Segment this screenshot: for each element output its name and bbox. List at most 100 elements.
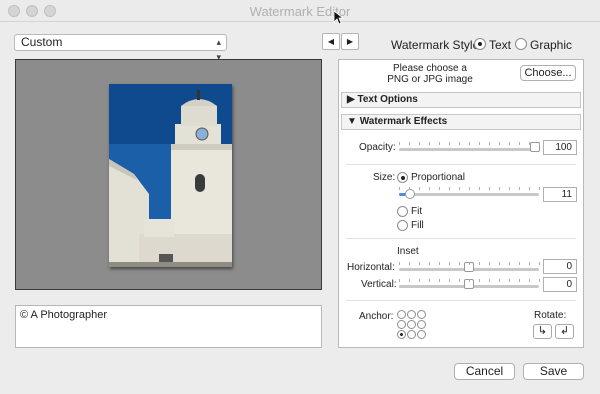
anchor-top-left[interactable] — [397, 310, 406, 319]
slider-tick — [439, 142, 440, 145]
preview-photo — [109, 84, 232, 267]
size-fit-radio[interactable] — [397, 206, 408, 217]
style-graphic-radio[interactable] — [515, 38, 527, 50]
slider-tick — [499, 279, 500, 282]
left-arrow-icon: ◀ — [327, 37, 335, 46]
size-label: Size: — [373, 172, 396, 183]
slider-tick — [419, 262, 420, 265]
slider-tick — [459, 279, 460, 282]
choose-image-button[interactable]: Choose... — [520, 65, 576, 81]
opacity-label: Opacity: — [359, 142, 396, 153]
inset-label: Inset — [397, 246, 419, 257]
slider-tick — [489, 279, 490, 282]
slider-tick — [409, 262, 410, 265]
slider-tick — [449, 262, 450, 265]
slider-tick — [519, 262, 520, 265]
rotate-counterclockwise-icon: ↲ — [559, 325, 570, 337]
anchor-top-center[interactable] — [407, 310, 416, 319]
image-prompt-line2: PNG or JPG image — [387, 74, 473, 85]
anchor-bottom-center[interactable] — [407, 330, 416, 339]
slider-tick — [419, 187, 420, 190]
text-options-header[interactable]: ▶ Text Options — [341, 92, 581, 108]
rotate-clockwise-button[interactable]: ↳ — [533, 324, 552, 339]
slider-tick — [429, 187, 430, 190]
watermark-effects-header[interactable]: ▼ Watermark Effects — [341, 114, 581, 130]
slider-tick — [489, 187, 490, 190]
slider-tick — [499, 262, 500, 265]
save-button[interactable]: Save — [523, 363, 584, 380]
title-bar: Watermark Editor — [0, 0, 600, 22]
slider-tick — [539, 187, 540, 190]
slider-tick — [459, 187, 460, 190]
slider-tick — [409, 279, 410, 282]
slider-tick — [399, 262, 400, 265]
divider — [346, 238, 576, 239]
slider-tick — [429, 262, 430, 265]
cancel-button[interactable]: Cancel — [454, 363, 515, 380]
disclosure-down-icon: ▼ — [347, 116, 360, 127]
slider-tick — [439, 187, 440, 190]
size-fit-label: Fit — [411, 206, 423, 217]
slider-tick — [489, 142, 490, 145]
style-text-label: Text — [489, 38, 512, 52]
anchor-center[interactable] — [407, 320, 416, 329]
slider-tick — [439, 279, 440, 282]
slider-tick — [479, 187, 480, 190]
slider-tick — [419, 142, 420, 145]
size-fill-radio[interactable] — [397, 220, 408, 231]
slider-tick — [399, 279, 400, 282]
slider-tick — [429, 279, 430, 282]
previous-image-button[interactable]: ◀ — [322, 33, 340, 50]
vertical-field[interactable]: 0 — [543, 277, 577, 292]
size-track — [399, 193, 539, 196]
size-field[interactable]: 11 — [543, 187, 577, 202]
slider-tick — [509, 187, 510, 190]
settings-panel: Please choose a PNG or JPG image Choose.… — [338, 59, 584, 348]
size-proportional-radio[interactable] — [397, 172, 408, 183]
right-arrow-icon: ▶ — [346, 37, 354, 46]
divider — [346, 164, 576, 165]
vertical-label: Vertical: — [361, 279, 397, 290]
image-prompt: Please choose a PNG or JPG image — [385, 63, 475, 85]
preview-area — [15, 59, 322, 290]
slider-tick — [419, 279, 420, 282]
slider-tick — [499, 187, 500, 190]
slider-tick — [529, 279, 530, 282]
slider-tick — [449, 279, 450, 282]
slider-tick — [529, 142, 530, 145]
anchor-bottom-right[interactable] — [417, 330, 426, 339]
anchor-bottom-left[interactable] — [397, 330, 406, 339]
watermark-effects-label: Watermark Effects — [359, 116, 448, 127]
size-proportional-label: Proportional — [411, 172, 465, 183]
slider-tick — [479, 279, 480, 282]
slider-tick — [469, 279, 470, 282]
next-image-button[interactable]: ▶ — [341, 33, 359, 50]
rotate-clockwise-icon: ↳ — [537, 325, 548, 337]
preset-popup[interactable]: Custom ▴ ▾ — [14, 34, 227, 62]
slider-tick — [409, 187, 410, 190]
image-prompt-line1: Please choose a — [393, 63, 467, 74]
size-knob[interactable] — [405, 189, 415, 199]
horizontal-field[interactable]: 0 — [543, 259, 577, 274]
style-text-radio[interactable] — [474, 38, 486, 50]
church-tower-photo — [109, 84, 232, 267]
image-chooser-row: Please choose a PNG or JPG image Choose.… — [339, 60, 583, 88]
text-options-label: Text Options — [357, 94, 418, 105]
slider-tick — [459, 142, 460, 145]
slider-tick — [539, 262, 540, 265]
anchor-top-right[interactable] — [417, 310, 426, 319]
slider-tick — [509, 279, 510, 282]
anchor-middle-right[interactable] — [417, 320, 426, 329]
opacity-field[interactable]: 100 — [543, 140, 577, 155]
slider-tick — [509, 262, 510, 265]
slider-tick — [479, 142, 480, 145]
slider-tick — [479, 262, 480, 265]
watermark-editor-window: Watermark Editor Custom ▴ ▾ ◀ ▶ Watermark… — [0, 0, 600, 394]
watermark-text-value: © A Photographer — [20, 309, 108, 321]
slider-tick — [429, 142, 430, 145]
slider-tick — [449, 142, 450, 145]
anchor-label: Anchor: — [359, 311, 394, 322]
rotate-counterclockwise-button[interactable]: ↲ — [555, 324, 574, 339]
watermark-text-field[interactable]: © A Photographer — [15, 305, 322, 348]
anchor-middle-left[interactable] — [397, 320, 406, 329]
